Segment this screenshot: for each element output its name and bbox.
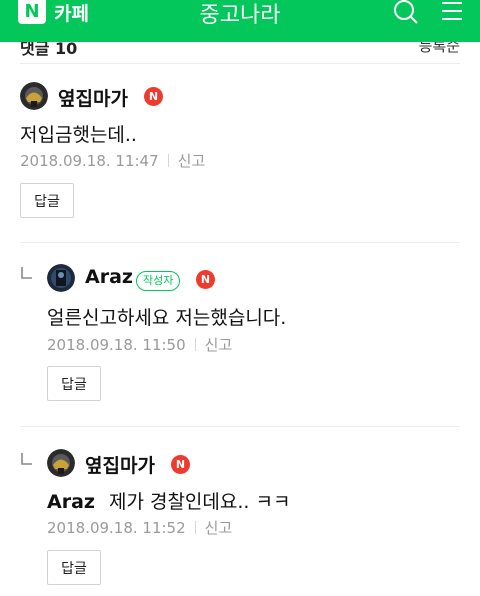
search-icon[interactable] xyxy=(392,0,420,26)
comments-header: 댓글 10 등록순 xyxy=(0,42,480,64)
comment-text-content: 제가 경찰인데요.. ㅋㅋ xyxy=(108,491,291,513)
reply-button[interactable]: 답글 xyxy=(47,366,101,401)
avatar[interactable] xyxy=(20,82,48,110)
comment-text: 얼른신고하세요 저는했습니다. xyxy=(47,307,287,329)
sort-option[interactable]: 등록순 xyxy=(419,42,460,56)
comment-nickname[interactable]: Araz xyxy=(85,266,133,288)
report-link[interactable]: 신고 xyxy=(178,152,206,170)
report-link[interactable]: 신고 xyxy=(205,519,233,537)
new-badge: N xyxy=(196,270,215,289)
new-badge: N xyxy=(144,87,163,106)
meta-separator xyxy=(194,338,196,351)
divider xyxy=(20,63,460,64)
reply-arrow-icon xyxy=(21,453,32,465)
divider xyxy=(20,426,460,427)
comment-meta: 2018.09.18. 11:50 신고 xyxy=(47,334,232,355)
comment-nickname[interactable]: 옆집마가 xyxy=(58,84,128,111)
top-app-bar: N 카페 중고나라 xyxy=(0,0,480,42)
comment-count: 댓글 10 xyxy=(20,42,78,58)
comment-text: Araz 제가 경찰인데요.. ㅋㅋ xyxy=(47,487,290,514)
avatar[interactable] xyxy=(47,449,75,477)
comment-date: 2018.09.18. 11:47 xyxy=(20,152,159,170)
comment-date: 2018.09.18. 11:52 xyxy=(47,519,186,537)
divider xyxy=(20,242,460,243)
new-badge: N xyxy=(171,455,190,474)
avatar[interactable] xyxy=(47,264,75,292)
comment-meta: 2018.09.18. 11:52 신고 xyxy=(47,517,232,538)
menu-icon[interactable] xyxy=(440,0,464,24)
meta-separator xyxy=(194,521,196,534)
mention-nickname[interactable]: Araz xyxy=(47,491,95,513)
reply-arrow-icon xyxy=(21,267,32,279)
report-link[interactable]: 신고 xyxy=(205,336,233,354)
comment-date: 2018.09.18. 11:50 xyxy=(47,336,186,354)
reply-button[interactable]: 답글 xyxy=(47,550,101,585)
comment-nickname[interactable]: 옆집마가 xyxy=(85,451,155,478)
author-badge: 작성자 xyxy=(136,271,181,291)
reply-button[interactable]: 답글 xyxy=(20,183,74,218)
comment-meta: 2018.09.18. 11:47 신고 xyxy=(20,150,205,171)
comment-text: 저입금햇는데.. xyxy=(20,124,137,146)
meta-separator xyxy=(167,154,169,167)
